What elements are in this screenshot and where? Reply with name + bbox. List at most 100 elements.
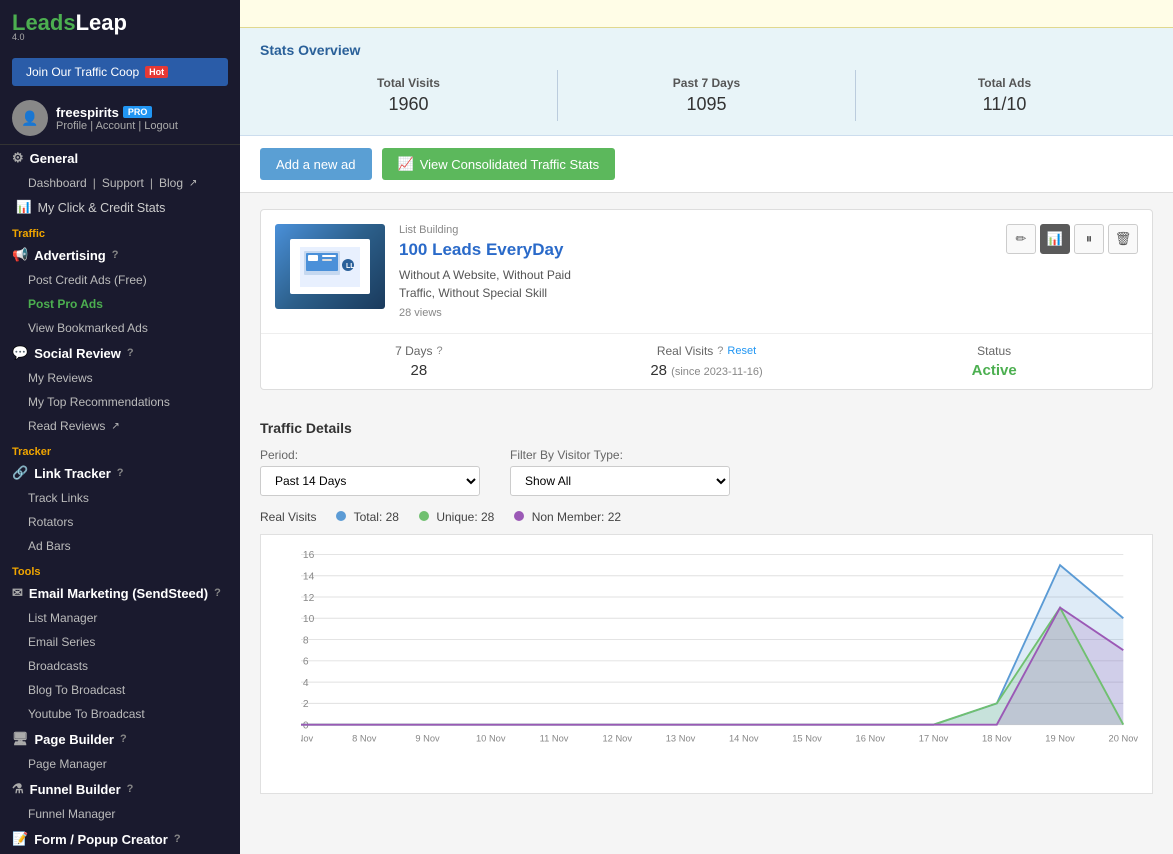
sidebar-item-email-marketing[interactable]: ✉ Email Marketing (SendSteed) ? [0,580,240,606]
reset-link[interactable]: Reset [727,345,756,357]
ad-title[interactable]: 100 Leads EveryDay [399,240,992,260]
support-label[interactable]: Support [102,176,144,190]
logout-link[interactable]: Logout [144,120,178,132]
sidebar-item-page-manager[interactable]: Page Manager [0,752,240,776]
edit-ad-button[interactable]: ✏ [1006,224,1036,254]
sidebar-item-page-builder[interactable]: 🖥 Page Builder ? [0,726,240,752]
sidebar-category-tools: Tools [0,562,240,580]
link-tracker-icon: 🔗 [12,465,28,481]
avatar: 👤 [12,100,48,136]
action-bar: Add a new ad 📈 View Consolidated Traffic… [240,136,1173,193]
pro-badge: PRO [123,106,153,118]
svg-text:18 Nov: 18 Nov [982,733,1012,744]
7days-label: 7 Days ? [275,344,563,358]
user-links: Profile | Account | Logout [56,120,178,132]
total-visits-label: Total Visits [260,76,557,90]
external-icon: ↗ [189,178,197,189]
svg-text:19 Nov: 19 Nov [1045,733,1075,744]
sidebar-item-post-pro-ads[interactable]: Post Pro Ads [0,292,240,316]
profile-link[interactable]: Profile [56,120,87,132]
sidebar-item-click-credit-stats[interactable]: 📊 My Click & Credit Stats [0,195,240,220]
ad-actions: ✏ 📊 ⏸ 🗑 [1006,224,1138,254]
stats-grid: Total Visits 1960 Past 7 Days 1095 Total… [260,70,1153,121]
sidebar-item-ad-bars[interactable]: Ad Bars [0,534,240,558]
visitor-type-label: Filter By Visitor Type: [510,448,730,462]
traffic-coop-section: Join Our Traffic Coop Hot [0,52,240,92]
sidebar-category-tracker: Tracker [0,442,240,460]
chart-area: 02468101214167 Nov8 Nov9 Nov10 Nov11 Nov… [260,534,1153,794]
delete-ad-button[interactable]: 🗑 [1108,224,1138,254]
sidebar: LeadsLeap 4.0 Join Our Traffic Coop Hot … [0,0,240,854]
blog-label[interactable]: Blog [159,176,183,190]
sidebar-general-label: General [30,151,78,166]
visitor-type-select[interactable]: Show All Members Only Non Members Only [510,466,730,496]
sidebar-item-track-links[interactable]: Track Links [0,486,240,510]
my-reviews-label: My Reviews [28,371,93,385]
sidebar-item-my-reviews[interactable]: My Reviews [0,366,240,390]
sidebar-item-link-tracker[interactable]: 🔗 Link Tracker ? [0,460,240,486]
svg-text:11 Nov: 11 Nov [540,733,569,744]
svg-text:16 Nov: 16 Nov [856,733,886,744]
svg-text:17 Nov: 17 Nov [919,733,949,744]
past7days-value: 1095 [558,94,855,115]
view-bookmarked-label: View Bookmarked Ads [28,321,148,335]
stats-overview-title: Stats Overview [260,42,1153,58]
page-builder-label: Page Builder [35,732,114,747]
advertising-icon: 📢 [12,247,28,263]
unique-dot [419,511,429,521]
sidebar-item-funnel-builder[interactable]: ⚗ Funnel Builder ? [0,776,240,802]
svg-text:13 Nov: 13 Nov [666,733,696,744]
rotators-label: Rotators [28,515,73,529]
track-links-label: Track Links [28,491,89,505]
svg-text:6: 6 [303,657,309,668]
sidebar-item-advertising[interactable]: 📢 Advertising ? [0,242,240,268]
view-consolidated-stats-button[interactable]: 📈 View Consolidated Traffic Stats [382,148,616,180]
ad-card: LL List Building 100 Leads EveryDay With… [260,209,1153,390]
sidebar-item-rotators[interactable]: Rotators [0,510,240,534]
dashboard-label: Dashboard [28,176,87,190]
sidebar-item-read-reviews[interactable]: Read Reviews ↗ [0,414,240,438]
form-popup-icon: 📝 [12,831,28,847]
total-legend: Total: 28 [336,510,399,524]
sidebar-item-blog-broadcast[interactable]: Blog To Broadcast [0,678,240,702]
sidebar-item-general[interactable]: ⚙ General [0,145,240,171]
read-reviews-external: ↗ [111,421,119,432]
unique-legend: Unique: 28 [419,510,494,524]
legend-row: Real Visits Total: 28 Unique: 28 Non Mem… [260,510,1153,524]
sidebar-item-broadcasts[interactable]: Broadcasts [0,654,240,678]
pause-ad-button[interactable]: ⏸ [1074,224,1104,254]
traffic-coop-button[interactable]: Join Our Traffic Coop Hot [12,58,228,86]
add-new-ad-button[interactable]: Add a new ad [260,148,372,180]
svg-text:10: 10 [303,614,315,625]
real-visits-help-icon[interactable]: ? [717,345,723,357]
real-visits-legend-label: Real Visits [260,510,316,524]
ad-bars-label: Ad Bars [28,539,71,553]
svg-text:7 Nov: 7 Nov [301,733,313,744]
svg-text:10 Nov: 10 Nov [476,733,506,744]
real-visits-label: Real Visits ? Reset [563,344,851,358]
sidebar-item-dashboard[interactable]: Dashboard | Support | Blog ↗ [0,171,240,195]
stat-past7days: Past 7 Days 1095 [557,70,855,121]
sidebar-item-view-bookmarked[interactable]: View Bookmarked Ads [0,316,240,340]
sidebar-category-traffic: Traffic [0,224,240,242]
sidebar-item-top-recommendations[interactable]: My Top Recommendations [0,390,240,414]
post-pro-ads-label: Post Pro Ads [28,297,103,311]
sidebar-item-form-popup[interactable]: 📝 Form / Popup Creator ? [0,826,240,852]
sidebar-item-list-manager[interactable]: List Manager [0,606,240,630]
account-link[interactable]: Account [96,120,136,132]
sidebar-item-social-review[interactable]: 💬 Social Review ? [0,340,240,366]
advertising-label: Advertising [34,248,106,263]
sidebar-item-funnel-manager[interactable]: Funnel Manager [0,802,240,826]
sidebar-item-email-series[interactable]: Email Series [0,630,240,654]
logo: LeadsLeap 4.0 [12,10,127,42]
sidebar-item-youtube-broadcast[interactable]: Youtube To Broadcast [0,702,240,726]
period-filter-group: Period: Past 7 Days Past 14 Days Past 30… [260,448,480,496]
stat-total-visits: Total Visits 1960 [260,70,557,121]
traffic-details-title: Traffic Details [260,420,1153,436]
chart-ad-button[interactable]: 📊 [1040,224,1070,254]
period-select[interactable]: Past 7 Days Past 14 Days Past 30 Days Pa… [260,466,480,496]
sidebar-item-post-credit-ads[interactable]: Post Credit Ads (Free) [0,268,240,292]
filter-row: Period: Past 7 Days Past 14 Days Past 30… [260,448,1153,496]
7days-help-icon[interactable]: ? [436,345,442,357]
real-visits-value: 28 (since 2023-11-16) [563,362,851,379]
